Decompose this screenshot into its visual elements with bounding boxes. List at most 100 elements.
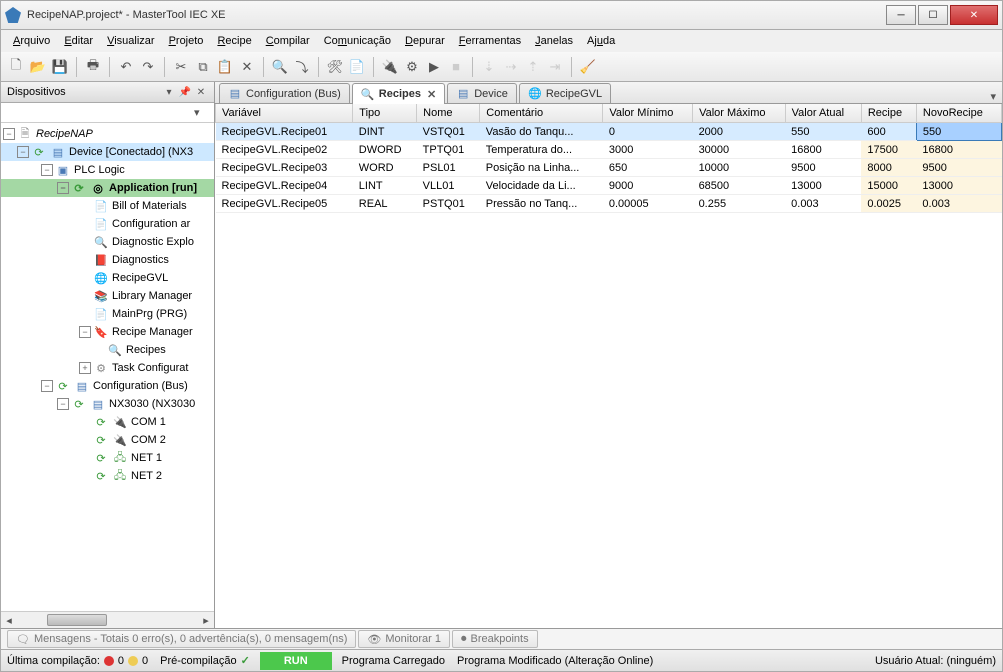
col-valor-maximo[interactable]: Valor Máximo: [693, 104, 786, 123]
menu-recipe[interactable]: Recipe: [211, 33, 257, 49]
table-row[interactable]: RecipeGVL.Recipe03WORDPSL01Posição na Li…: [216, 159, 1002, 177]
cell[interactable]: Velocidade da Li...: [480, 177, 603, 195]
recipe-grid[interactable]: Variável Tipo Nome Comentário Valor Míni…: [215, 104, 1002, 628]
close-button[interactable]: ✕: [950, 5, 998, 25]
tree-application[interactable]: −⟳ ◎ Application [run]: [1, 179, 214, 197]
col-valor-minimo[interactable]: Valor Mínimo: [603, 104, 693, 123]
open-icon[interactable]: 📂: [29, 58, 47, 76]
cell[interactable]: 600: [861, 123, 916, 141]
col-valor-atual[interactable]: Valor Atual: [785, 104, 861, 123]
tab-recipegvl[interactable]: 🌐 RecipeGVL: [519, 83, 611, 103]
cell[interactable]: 8000: [861, 159, 916, 177]
print-icon[interactable]: 🖶: [84, 58, 102, 76]
paste-icon[interactable]: 📋: [216, 58, 234, 76]
tree-recipes[interactable]: 🔍 Recipes: [1, 341, 214, 359]
cell[interactable]: Pressão no Tanq...: [480, 195, 603, 213]
cell[interactable]: 68500: [693, 177, 786, 195]
cursor-icon[interactable]: ⇥: [546, 58, 564, 76]
cell[interactable]: 9500: [916, 159, 1001, 177]
col-nome[interactable]: Nome: [417, 104, 480, 123]
tree-hscroll[interactable]: ◂ ▸: [1, 611, 214, 628]
undo-icon[interactable]: ↶: [117, 58, 135, 76]
cell[interactable]: 0: [603, 123, 693, 141]
tab-recipes[interactable]: 🔍 Recipes ✕: [352, 83, 445, 104]
tab-configuration-bus[interactable]: ▤ Configuration (Bus): [219, 83, 350, 103]
cell[interactable]: PSTQ01: [417, 195, 480, 213]
login-icon[interactable]: 🔌: [381, 58, 399, 76]
scroll-thumb[interactable]: [47, 614, 107, 626]
cell[interactable]: 9000: [603, 177, 693, 195]
menu-ajuda[interactable]: Ajuda: [581, 33, 621, 49]
clean-icon[interactable]: 🧹: [579, 58, 597, 76]
menu-visualizar[interactable]: Visualizar: [101, 33, 161, 49]
tree-task[interactable]: +⚙ Task Configurat: [1, 359, 214, 377]
save-icon[interactable]: 💾: [51, 58, 69, 76]
tab-close-icon[interactable]: ✕: [427, 88, 436, 101]
cell[interactable]: TPTQ01: [417, 141, 480, 159]
build-icon[interactable]: 🛠: [326, 58, 344, 76]
stop-icon[interactable]: ■: [447, 58, 465, 76]
menu-projeto[interactable]: Projeto: [163, 33, 210, 49]
col-novo-recipe[interactable]: NovoRecipe: [916, 104, 1001, 123]
panel-dropdown-icon[interactable]: ▾: [162, 85, 176, 99]
redo-icon[interactable]: ↷: [139, 58, 157, 76]
menu-arquivo[interactable]: Arquivo: [7, 33, 56, 49]
table-row[interactable]: RecipeGVL.Recipe05REALPSTQ01Pressão no T…: [216, 195, 1002, 213]
tree-recipegvl[interactable]: 🌐 RecipeGVL: [1, 269, 214, 287]
step-out-icon[interactable]: ⇡: [524, 58, 542, 76]
cell[interactable]: 16800: [785, 141, 861, 159]
cell[interactable]: 13000: [916, 177, 1001, 195]
cell[interactable]: RecipeGVL.Recipe05: [216, 195, 353, 213]
tree-mainprg[interactable]: 📄 MainPrg (PRG): [1, 305, 214, 323]
tab-monitor[interactable]: 👁 Monitorar 1: [358, 630, 450, 648]
cell[interactable]: 10000: [693, 159, 786, 177]
cell[interactable]: 13000: [785, 177, 861, 195]
tree-device[interactable]: −⟳ ▤ Device [Conectado] (NX3: [1, 143, 214, 161]
cell[interactable]: 16800: [916, 141, 1001, 159]
panel-close-icon[interactable]: ✕: [194, 85, 208, 99]
cell[interactable]: 9500: [785, 159, 861, 177]
delete-icon[interactable]: ✕: [238, 58, 256, 76]
tree-diag-expl[interactable]: 🔍 Diagnostic Explo: [1, 233, 214, 251]
cell[interactable]: Vasão do Tanqu...: [480, 123, 603, 141]
cell[interactable]: 0.003: [916, 195, 1001, 213]
cell[interactable]: 0.00005: [603, 195, 693, 213]
menu-ferramentas[interactable]: Ferramentas: [453, 33, 527, 49]
cell[interactable]: WORD: [353, 159, 417, 177]
cell[interactable]: RecipeGVL.Recipe02: [216, 141, 353, 159]
tree-bill[interactable]: 📄 Bill of Materials: [1, 197, 214, 215]
start-icon[interactable]: ▶: [425, 58, 443, 76]
cell[interactable]: 15000: [861, 177, 916, 195]
menu-comunicacao[interactable]: Comunicação: [318, 33, 397, 49]
col-tipo[interactable]: Tipo: [353, 104, 417, 123]
new-icon[interactable]: 🗋: [7, 58, 25, 76]
cell[interactable]: 3000: [603, 141, 693, 159]
cell[interactable]: VLL01: [417, 177, 480, 195]
cell[interactable]: 0.003: [785, 195, 861, 213]
tree-root[interactable]: −🗎 RecipeNAP: [1, 125, 214, 143]
panel-sort-icon[interactable]: ▾: [194, 106, 208, 119]
cell[interactable]: 650: [603, 159, 693, 177]
tree-library[interactable]: 📚 Library Manager: [1, 287, 214, 305]
cell[interactable]: RecipeGVL.Recipe01: [216, 123, 353, 141]
tree-conf-bus[interactable]: −⟳ ▤ Configuration (Bus): [1, 377, 214, 395]
tabs-dropdown-icon[interactable]: ▾: [984, 90, 1002, 103]
step-into-icon[interactable]: ⇣: [480, 58, 498, 76]
table-row[interactable]: RecipeGVL.Recipe01DINTVSTQ01Vasão do Tan…: [216, 123, 1002, 141]
col-variavel[interactable]: Variável: [216, 104, 353, 123]
tree-net2[interactable]: ⟳ 🖧 NET 2: [1, 467, 214, 485]
cell[interactable]: Temperatura do...: [480, 141, 603, 159]
cell[interactable]: 0.0025: [861, 195, 916, 213]
rebuild-icon[interactable]: 📄: [348, 58, 366, 76]
scroll-left-icon[interactable]: ◂: [1, 614, 17, 627]
device-tree[interactable]: −🗎 RecipeNAP −⟳ ▤ Device [Conectado] (NX…: [1, 123, 214, 611]
cell[interactable]: DWORD: [353, 141, 417, 159]
table-row[interactable]: RecipeGVL.Recipe04LINTVLL01Velocidade da…: [216, 177, 1002, 195]
menu-editar[interactable]: Editar: [58, 33, 99, 49]
cell[interactable]: 2000: [693, 123, 786, 141]
cell[interactable]: 550: [916, 123, 1001, 141]
cell[interactable]: RecipeGVL.Recipe03: [216, 159, 353, 177]
table-row[interactable]: RecipeGVL.Recipe02DWORDTPTQ01Temperatura…: [216, 141, 1002, 159]
cut-icon[interactable]: ✂: [172, 58, 190, 76]
cell[interactable]: VSTQ01: [417, 123, 480, 141]
